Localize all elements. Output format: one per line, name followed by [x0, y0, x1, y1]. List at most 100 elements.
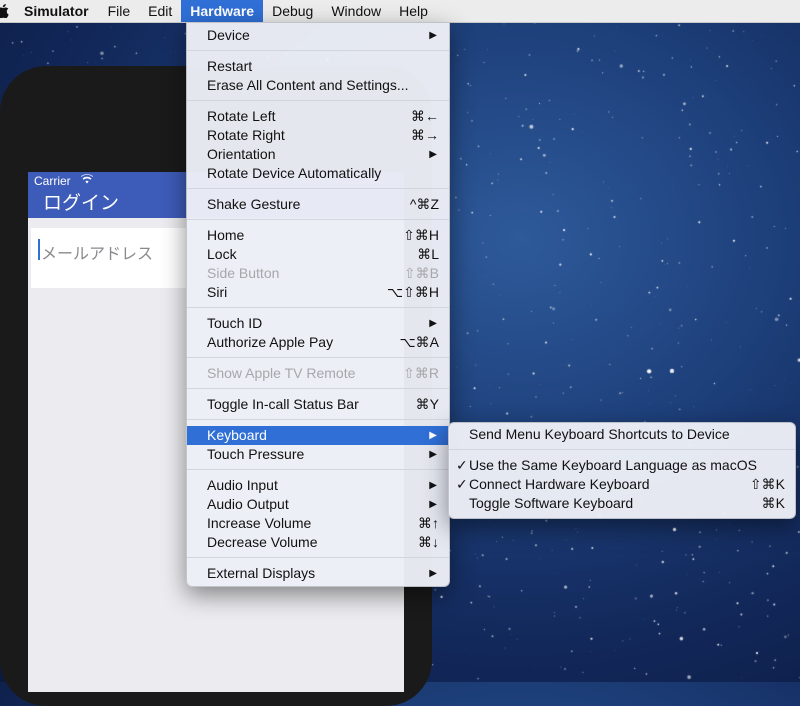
menu-item-shortcut: ⌘Y [415, 396, 439, 412]
menu-item-shortcut: ⌘← [411, 108, 439, 124]
menu-item-label: Side Button [207, 265, 280, 281]
menu-item-shortcut: ⌘K [761, 495, 785, 511]
menu-bar: Simulator File Edit Hardware Debug Windo… [0, 0, 800, 23]
menu-separator [187, 469, 449, 470]
menu-item-label: Audio Output [207, 496, 289, 512]
menu-item-label: External Displays [207, 565, 316, 581]
wifi-icon [81, 174, 93, 187]
submenu-arrow-icon: ▶ [429, 499, 437, 510]
menu-separator [187, 307, 449, 308]
menu-separator [187, 50, 449, 51]
menu-item-siri[interactable]: Siri ⌥⇧⌘H [187, 283, 449, 302]
menu-simulator[interactable]: Simulator [10, 0, 99, 22]
keyboard-submenu: Send Menu Keyboard Shortcuts to Device ✓ U… [448, 422, 796, 519]
menu-separator [187, 219, 449, 220]
menu-separator [187, 557, 449, 558]
submenu-arrow-icon: ▶ [429, 568, 437, 579]
menu-item-shortcut: ⌥⌘A [399, 334, 439, 350]
menu-item-shortcut: ⌘↓ [418, 534, 439, 550]
menu-item-label: Increase Volume [207, 515, 312, 531]
menu-item-label: Connect Hardware Keyboard [469, 476, 650, 492]
submenu-arrow-icon: ▶ [429, 480, 437, 491]
menu-item-label: Touch Pressure [207, 446, 305, 462]
menu-window[interactable]: Window [322, 0, 390, 22]
menu-item-shortcut: ⌘L [417, 246, 439, 262]
hardware-menu: Device ▶ Restart Erase All Content and Sett… [186, 22, 450, 587]
menu-item-touch-id[interactable]: Touch ID ▶ [187, 314, 449, 333]
menu-item-increase-volume[interactable]: Increase Volume ⌘↑ [187, 514, 449, 533]
submenu-arrow-icon: ▶ [429, 449, 437, 460]
menu-item-label: Rotate Left [207, 108, 276, 124]
submenu-arrow-icon: ▶ [429, 318, 437, 329]
menu-item-label: Shake Gesture [207, 196, 301, 212]
menu-file[interactable]: File [99, 0, 140, 22]
menu-item-shortcut: ⌘→ [411, 127, 439, 143]
menu-item-lock[interactable]: Lock ⌘L [187, 245, 449, 264]
menu-item-label: Show Apple TV Remote [207, 365, 356, 381]
menu-item-label: Send Menu Keyboard Shortcuts to Device [469, 426, 730, 442]
menu-item-authorize-apple-pay[interactable]: Authorize Apple Pay ⌥⌘A [187, 333, 449, 352]
menu-item-home[interactable]: Home ⇧⌘H [187, 226, 449, 245]
menu-item-label: Restart [207, 58, 253, 74]
menu-item-shortcut: ⇧⌘R [403, 365, 439, 381]
menu-item-label: Toggle Software Keyboard [469, 495, 634, 511]
menu-separator [449, 449, 795, 450]
menu-hardware[interactable]: Hardware [181, 0, 264, 22]
checkmark-icon: ✓ [456, 457, 468, 473]
menu-separator [187, 188, 449, 189]
checkmark-icon: ✓ [456, 476, 468, 492]
menu-item-rotate-device-automatically[interactable]: Rotate Device Automatically [187, 164, 449, 183]
menu-item-label: Rotate Right [207, 127, 285, 143]
menu-item-shortcut: ^⌘Z [409, 196, 439, 212]
email-placeholder: メールアドレス [41, 246, 154, 263]
menu-item-decrease-volume[interactable]: Decrease Volume ⌘↓ [187, 533, 449, 552]
menu-item-label: Erase All Content and Settings... [207, 77, 409, 93]
menu-item-shortcut: ⇧⌘B [403, 265, 439, 281]
submenu-arrow-icon: ▶ [429, 149, 437, 160]
text-cursor [38, 239, 40, 260]
menu-item-send-menu-keyboard-shortcuts-to-device[interactable]: Send Menu Keyboard Shortcuts to Device [449, 425, 795, 444]
menu-item-connect-hardware-keyboard[interactable]: ✓ Connect Hardware Keyboard ⇧⌘K [449, 475, 795, 494]
menu-separator [187, 100, 449, 101]
menu-item-show-apple-tv-remote: Show Apple TV Remote ⇧⌘R [187, 364, 449, 383]
menu-item-label: Home [207, 227, 245, 243]
menu-item-audio-input[interactable]: Audio Input ▶ [187, 476, 449, 495]
menu-item-label: Toggle In-call Status Bar [207, 396, 359, 412]
menu-edit[interactable]: Edit [139, 0, 181, 22]
menu-item-use-the-same-keyboard-language-as-macos[interactable]: ✓ Use the Same Keyboard Language as macOS [449, 456, 795, 475]
menu-item-toggle-in-call-status-bar[interactable]: Toggle In-call Status Bar ⌘Y [187, 395, 449, 414]
menu-item-keyboard[interactable]: Keyboard ▶ [187, 426, 449, 445]
menu-item-label: Decrease Volume [207, 534, 318, 550]
menu-item-erase-all-content-and-settings[interactable]: Erase All Content and Settings... [187, 76, 449, 95]
menu-item-shake-gesture[interactable]: Shake Gesture ^⌘Z [187, 195, 449, 214]
menu-item-label: Orientation [207, 146, 276, 162]
menu-help[interactable]: Help [390, 0, 437, 22]
menu-item-orientation[interactable]: Orientation ▶ [187, 145, 449, 164]
menu-item-device[interactable]: Device ▶ [187, 26, 449, 45]
submenu-arrow-icon: ▶ [429, 430, 437, 441]
menu-item-label: Lock [207, 246, 237, 262]
menu-item-shortcut: ⇧⌘K [749, 476, 785, 492]
menu-item-toggle-software-keyboard[interactable]: Toggle Software Keyboard ⌘K [449, 494, 795, 513]
menu-item-label: Touch ID [207, 315, 263, 331]
apple-logo-icon[interactable] [0, 0, 10, 22]
menu-item-external-displays[interactable]: External Displays ▶ [187, 564, 449, 583]
submenu-arrow-icon: ▶ [429, 30, 437, 41]
menu-item-restart[interactable]: Restart [187, 57, 449, 76]
menu-separator [187, 388, 449, 389]
menu-item-audio-output[interactable]: Audio Output ▶ [187, 495, 449, 514]
menu-item-label: Siri [207, 284, 228, 300]
menu-item-label: Audio Input [207, 477, 278, 493]
menu-separator [187, 419, 449, 420]
menu-item-label: Rotate Device Automatically [207, 165, 382, 181]
page-title: ログイン [43, 193, 120, 214]
menu-item-label: Keyboard [207, 427, 267, 443]
menu-item-rotate-left[interactable]: Rotate Left ⌘← [187, 107, 449, 126]
menu-debug[interactable]: Debug [263, 0, 322, 22]
menu-item-rotate-right[interactable]: Rotate Right ⌘→ [187, 126, 449, 145]
menu-item-side-button: Side Button ⇧⌘B [187, 264, 449, 283]
carrier-label: Carrier [34, 174, 71, 188]
menu-item-shortcut: ⌥⇧⌘H [387, 284, 439, 300]
menu-item-label: Device [207, 27, 250, 43]
menu-item-touch-pressure[interactable]: Touch Pressure ▶ [187, 445, 449, 464]
